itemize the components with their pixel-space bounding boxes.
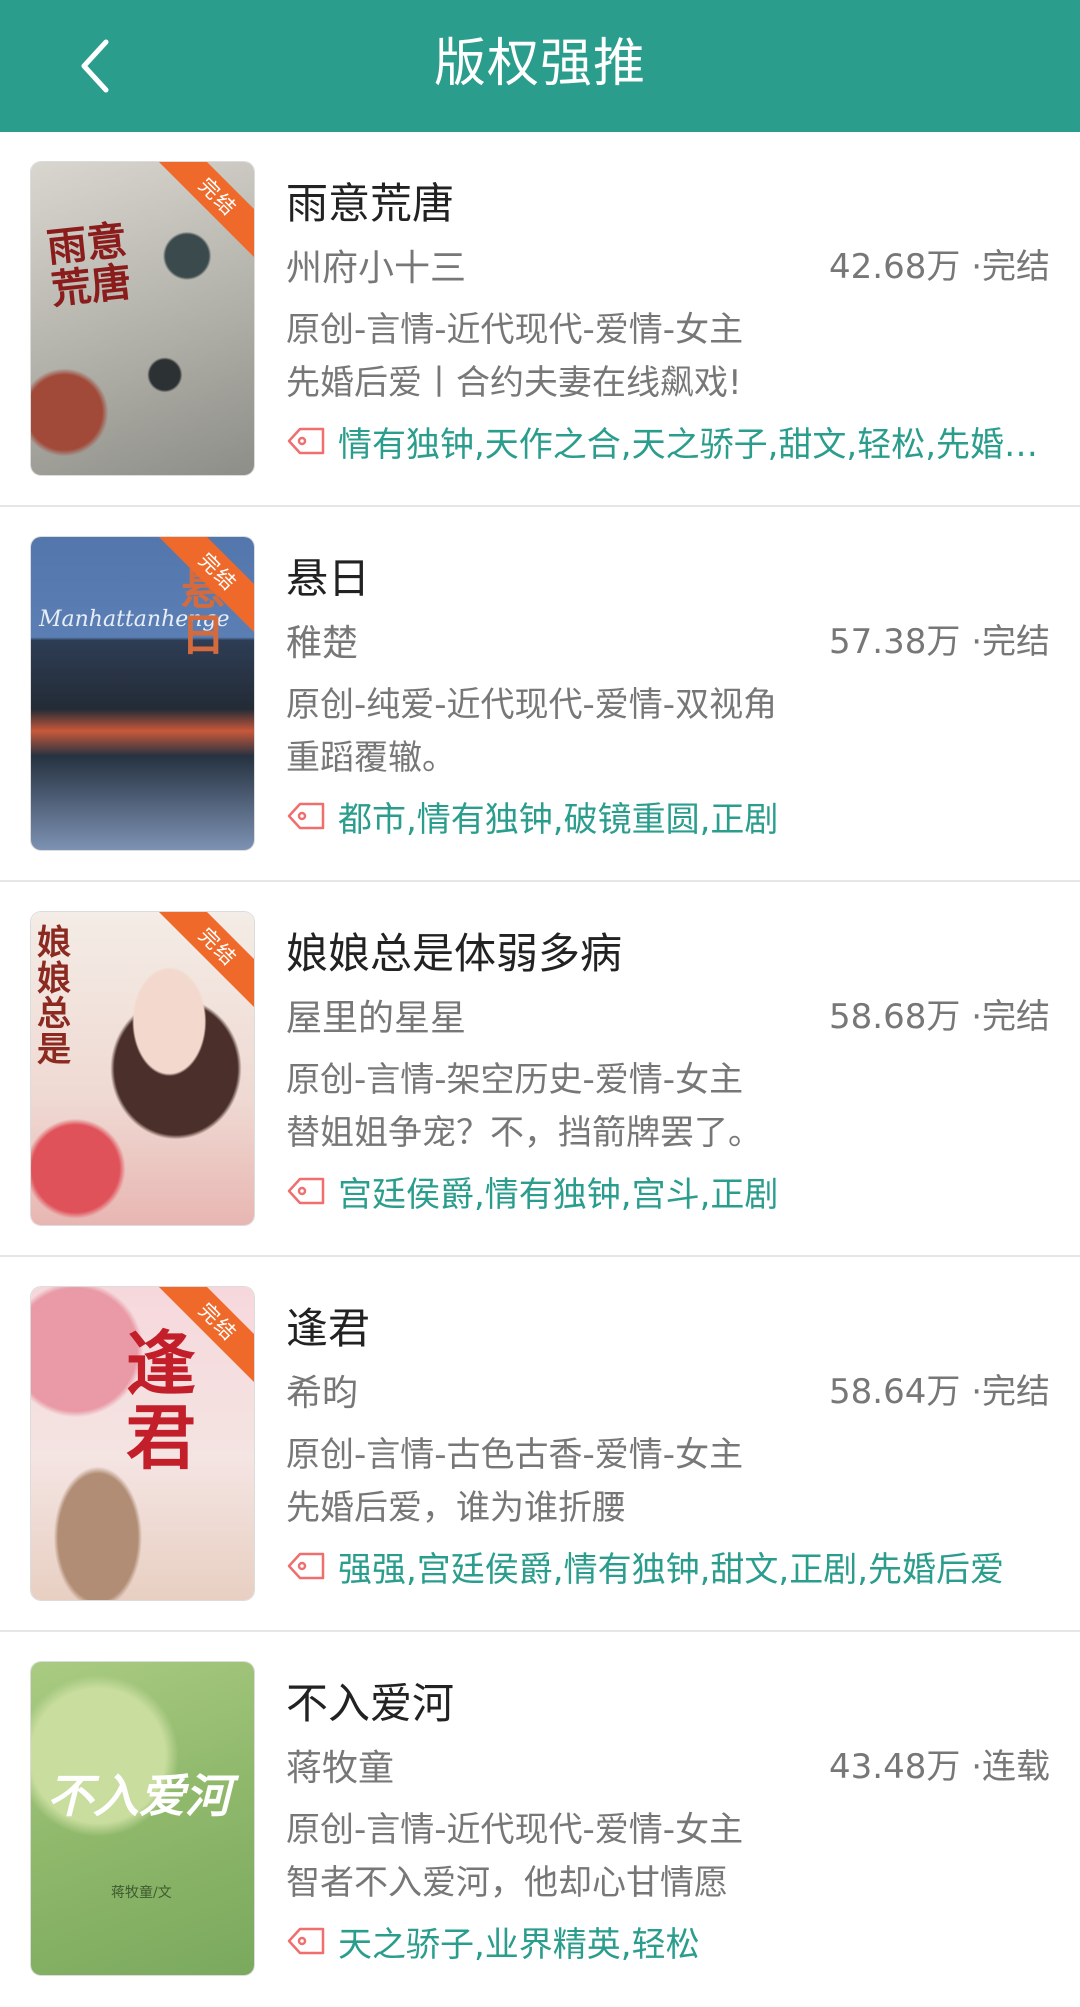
book-author: 蒋牧童 xyxy=(286,1748,395,1789)
book-category: 原创-纯爱-近代现代-爱情-双视角 xyxy=(286,685,778,725)
book-intro: 先婚后爱，谁为谁折腰 xyxy=(286,1488,626,1528)
tag-icon xyxy=(287,427,325,455)
book-title: 悬日 xyxy=(286,554,371,603)
book-cover: 娘娘总是 完结 xyxy=(31,912,254,1225)
book-stat: 58.64万 ·完结 xyxy=(829,1372,1050,1412)
book-stat: 43.48万 ·连载 xyxy=(829,1747,1050,1787)
book-tags: 强强,宫廷侯爵,情有独钟,甜文,正剧,先婚后爱 xyxy=(338,1549,1005,1590)
book-item[interactable]: 不入爱河 蒋牧童/文 不入爱河 蒋牧童 43.48万 ·连载 原创-言情-近代现… xyxy=(0,1632,1080,2007)
cover-title-text: 不入爱河 xyxy=(47,1769,231,1823)
book-tags: 天之骄子,业界精英,轻松 xyxy=(338,1924,700,1965)
book-category: 原创-言情-近代现代-爱情-女主 xyxy=(286,1810,744,1850)
book-item[interactable]: Manhattanhenge 悬日 完结 悬日 稚楚 57.38万 ·完结 原创… xyxy=(0,507,1080,882)
book-cover: Manhattanhenge 悬日 完结 xyxy=(31,537,254,850)
app-header: 版权强推 xyxy=(0,0,1080,132)
book-stat: 42.68万 ·完结 xyxy=(829,247,1050,287)
cover-subtitle-text: 蒋牧童/文 xyxy=(111,1885,172,1901)
book-list: 雨意荒唐 完结 雨意荒唐 州府小十三 42.68万 ·完结 原创-言情-近代现代… xyxy=(0,132,1080,2007)
book-author: 希昀 xyxy=(286,1373,359,1414)
book-cover: 不入爱河 蒋牧童/文 xyxy=(31,1662,254,1975)
page-title: 版权强推 xyxy=(433,34,646,94)
book-intro: 重蹈覆辙。 xyxy=(286,738,456,778)
book-item[interactable]: 娘娘总是 完结 娘娘总是体弱多病 屋里的星星 58.68万 ·完结 原创-言情-… xyxy=(0,882,1080,1257)
tag-icon xyxy=(287,1177,325,1205)
book-tags: 都市,情有独钟,破镜重圆,正剧 xyxy=(338,799,779,840)
book-intro: 先婚后爱丨合约夫妻在线飙戏! xyxy=(286,363,742,403)
book-category: 原创-言情-架空历史-爱情-女主 xyxy=(286,1060,744,1100)
cover-title-text: 娘娘总是 xyxy=(37,923,71,1071)
book-author: 州府小十三 xyxy=(286,248,467,289)
book-item[interactable]: 雨意荒唐 完结 雨意荒唐 州府小十三 42.68万 ·完结 原创-言情-近代现代… xyxy=(0,132,1080,507)
cover-title-text: 逢君 xyxy=(126,1322,196,1479)
book-title: 雨意荒唐 xyxy=(286,179,455,228)
book-category: 原创-言情-近代现代-爱情-女主 xyxy=(286,310,744,350)
book-cover: 逢君 完结 xyxy=(31,1287,254,1600)
book-tags: 宫廷侯爵,情有独钟,宫斗,正剧 xyxy=(338,1174,779,1215)
tag-icon xyxy=(287,1552,325,1580)
tag-icon xyxy=(287,1927,325,1955)
book-stat: 58.68万 ·完结 xyxy=(829,997,1050,1037)
book-tags: 情有独钟,天作之合,天之骄子,甜文,轻松,先婚后爱 xyxy=(338,424,1050,465)
book-cover: 雨意荒唐 完结 xyxy=(31,162,254,475)
book-category: 原创-言情-古色古香-爱情-女主 xyxy=(286,1435,744,1475)
book-title: 娘娘总是体弱多病 xyxy=(286,929,623,978)
book-intro: 替姐姐争宠？不，挡箭牌罢了。 xyxy=(286,1113,762,1153)
book-title: 逢君 xyxy=(286,1304,371,1353)
tag-icon xyxy=(287,802,325,830)
book-stat: 57.38万 ·完结 xyxy=(829,622,1050,662)
cover-title-text: 雨意荒唐 xyxy=(44,216,134,314)
book-item[interactable]: 逢君 完结 逢君 希昀 58.64万 ·完结 原创-言情-古色古香-爱情-女主 … xyxy=(0,1257,1080,1632)
book-author: 屋里的星星 xyxy=(286,998,467,1039)
book-intro: 智者不入爱河，他却心甘情愿 xyxy=(286,1863,728,1903)
book-title: 不入爱河 xyxy=(286,1679,455,1728)
book-author: 稚楚 xyxy=(286,623,359,664)
